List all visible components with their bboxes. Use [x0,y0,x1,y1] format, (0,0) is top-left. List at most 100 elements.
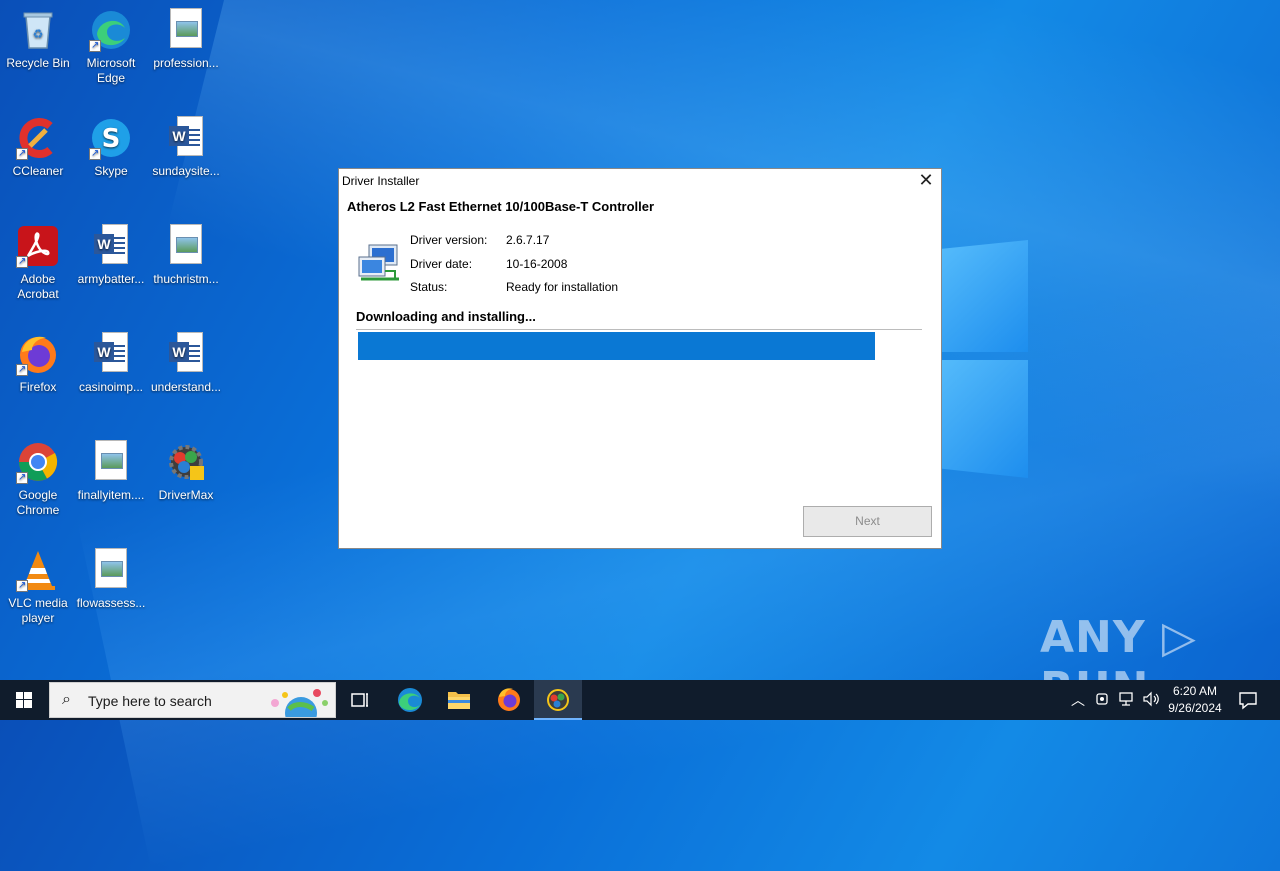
desktop-icon-firefox[interactable]: Firefox [0,332,76,395]
desktop-icon-label: casinoimp... [78,380,144,394]
desktop-icon-label: Microsoft Edge [86,56,136,85]
desktop-icon-label: sundaysite... [152,164,220,178]
firefox-icon [498,688,520,711]
status-label: Status: [410,280,448,294]
desktop-icon-file[interactable]: finallyitem.... [73,440,149,503]
shortcut-arrow-icon [89,146,101,161]
task-view-button[interactable] [336,680,384,720]
network-icon[interactable] [1118,690,1136,711]
search-placeholder: Type here to search [88,693,212,709]
driver-date-label: Driver date: [410,257,473,271]
word-document-icon: W [164,116,208,160]
desktop-icon-file[interactable]: thuchristm... [148,224,224,287]
desktop-icon-label: VLC media player [8,596,68,625]
svg-text:S: S [102,124,121,154]
desktop-icon-file[interactable]: profession... [148,8,224,71]
skype-icon: S [89,116,133,161]
search-icon: ⌕ [62,691,71,708]
vlc-icon [16,548,60,593]
desktop-icon-label: Firefox [19,380,57,394]
wallpaper-windows-logo [940,240,1030,480]
desktop-icon-label: Google Chrome [16,488,60,517]
shortcut-arrow-icon [16,146,28,161]
progress-label: Downloading and installing... [356,309,536,324]
progress-bar-fill [358,332,875,360]
driver-date-row: Driver date: 10-16-2008 [410,257,567,271]
show-hidden-icons-chevron-icon[interactable]: ︿ [1071,690,1085,710]
desktop-icon-label: profession... [153,56,219,70]
desktop-icon-label: flowassess... [76,596,146,610]
clock-date: 9/26/2024 [1168,701,1222,715]
taskbar-search-box[interactable]: ⌕ Type here to search [49,682,336,718]
image-file-icon [89,440,133,484]
image-file-icon [164,8,208,52]
folder-icon [448,692,470,709]
clock-time: 6:20 AM [1172,684,1218,698]
device-name-heading: Atheros L2 Fast Ethernet 10/100Base-T Co… [347,199,655,214]
acrobat-icon [16,224,60,269]
desktop-icon-chrome[interactable]: Google Chrome [0,440,76,518]
desktop-icon-edge[interactable]: Microsoft Edge [73,8,149,86]
taskbar-edge[interactable] [386,680,434,720]
network-adapter-icon [355,241,403,285]
image-file-icon [164,224,208,268]
shortcut-arrow-icon [16,254,28,269]
desktop-icon-label: DriverMax [158,488,214,502]
volume-icon[interactable] [1142,690,1162,711]
shortcut-arrow-icon [16,578,28,593]
taskbar-firefox[interactable] [485,680,533,720]
shortcut-arrow-icon [16,470,28,485]
desktop-icon-ccleaner[interactable]: CCleaner [0,116,76,179]
svg-text:♻: ♻ [33,27,44,41]
driver-installer-dialog: Driver Installer ✕ Atheros L2 Fast Ether… [338,168,942,549]
status-row: Status: Ready for installation [410,280,618,294]
progress-bar [356,329,922,360]
desktop-icon-vlc[interactable]: VLC media player [0,548,76,626]
chrome-icon [16,440,60,485]
ccleaner-icon [16,116,60,161]
desktop-icon-file[interactable]: W casinoimp... [73,332,149,395]
desktop-icon-file[interactable]: W sundaysite... [148,116,224,179]
driver-version-row: Driver version: 2.6.7.17 [410,233,549,247]
status-value: Ready for installation [506,280,619,294]
taskbar-file-explorer[interactable] [435,680,483,720]
word-document-icon: W [89,332,133,376]
desktop-icon-label: CCleaner [12,164,64,178]
drivermax-icon [164,440,208,484]
desktop-icon-label: Skype [94,164,128,178]
desktop-icon-file[interactable]: W armybatter... [73,224,149,287]
image-file-icon [89,548,133,592]
close-icon[interactable]: ✕ [911,169,941,193]
desktop-icon-acrobat[interactable]: Adobe Acrobat [0,224,76,302]
desktop-icon-drivermax[interactable]: DriverMax [148,440,224,503]
taskbar: ⌕ Type here to search ︿ 6:20 AM 9/26/202… [0,680,1280,720]
shortcut-arrow-icon [89,38,101,53]
desktop-icon-label: finallyitem.... [77,488,145,502]
drivermax-icon [547,689,569,711]
task-view-icon [351,693,368,707]
edge-icon [398,688,422,712]
desktop-icon-label: Adobe Acrobat [17,272,59,301]
next-button[interactable]: Next [803,506,932,537]
meet-now-icon[interactable] [1094,690,1112,711]
desktop-icon-recycle-bin[interactable]: ♻ Recycle Bin [0,8,76,71]
firefox-icon [16,332,60,377]
notification-center-icon[interactable] [1236,688,1260,712]
desktop-icon-skype[interactable]: S Skype [73,116,149,179]
shortcut-arrow-icon [16,362,28,377]
start-button[interactable] [0,680,48,720]
windows-logo-icon [16,692,32,708]
word-document-icon: W [164,332,208,376]
driver-version-label: Driver version: [410,233,488,247]
driver-date-value: 10-16-2008 [506,257,568,271]
edge-icon [89,8,133,53]
desktop-icon-file[interactable]: flowassess... [73,548,149,611]
desktop-icon-file[interactable]: W understand... [148,332,224,395]
search-highlight-illustration-icon [271,689,328,717]
desktop-icon-label: understand... [150,380,222,394]
taskbar-drivermax[interactable] [534,680,582,720]
desktop-icon-label: thuchristm... [153,272,219,286]
desktop-icon-label: armybatter... [77,272,145,286]
taskbar-clock[interactable]: 6:20 AM 9/26/2024 [1160,683,1230,717]
recycle-bin-icon: ♻ [16,8,60,52]
